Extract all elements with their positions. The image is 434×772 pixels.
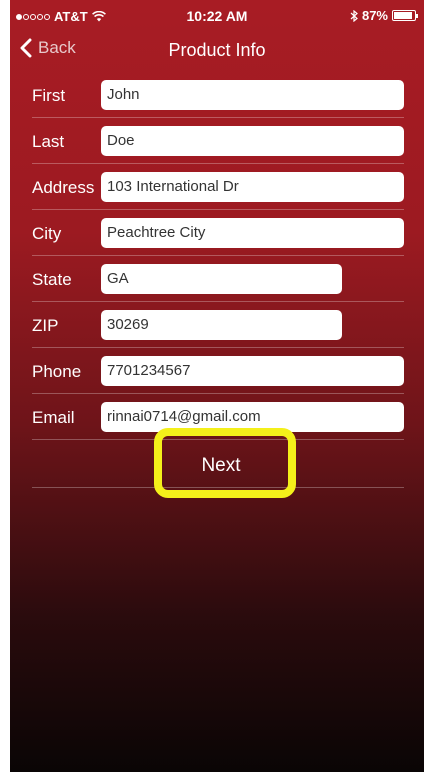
page-title: Product Info [168,40,266,60]
city-label: City [32,224,62,243]
form-row-zip: ZIP 30269 [32,302,404,348]
state-field[interactable]: GA [101,264,342,294]
form-row-first: First John [32,72,404,118]
highlight-annotation [154,428,296,498]
bluetooth-icon [350,9,358,22]
phone-label: Phone [32,362,82,381]
last-name-field[interactable]: Doe [101,126,404,156]
navigation-bar: Back Product Info [10,34,424,68]
zip-label: ZIP [32,316,59,335]
form-row-state: State GA [32,256,404,302]
form-row-phone: Phone 7701234567 [32,348,404,394]
zip-field[interactable]: 30269 [101,310,342,340]
first-name-field[interactable]: John [101,80,404,110]
form-row-address: Address 103 International Dr [32,164,404,210]
battery-info: 87% [350,8,418,23]
battery-percent: 87% [361,8,388,23]
battery-icon [392,10,418,21]
city-field[interactable]: Peachtree City [101,218,404,248]
phone-field[interactable]: 7701234567 [101,356,404,386]
address-field[interactable]: 103 International Dr [101,172,404,202]
form-row-city: City Peachtree City [32,210,404,256]
status-bar: AT&T 10:22 AM 87% [10,0,424,34]
state-label: State [32,270,72,289]
email-label: Email [32,408,75,427]
first-name-label: First [32,86,66,105]
last-name-label: Last [32,132,65,151]
app-screen: AT&T 10:22 AM 87% Back Product Info Firs… [10,0,424,772]
form-row-last: Last Doe [32,118,404,164]
product-info-form: First John Last Doe Address 103 Internat… [32,72,404,440]
address-label: Address [32,178,95,197]
